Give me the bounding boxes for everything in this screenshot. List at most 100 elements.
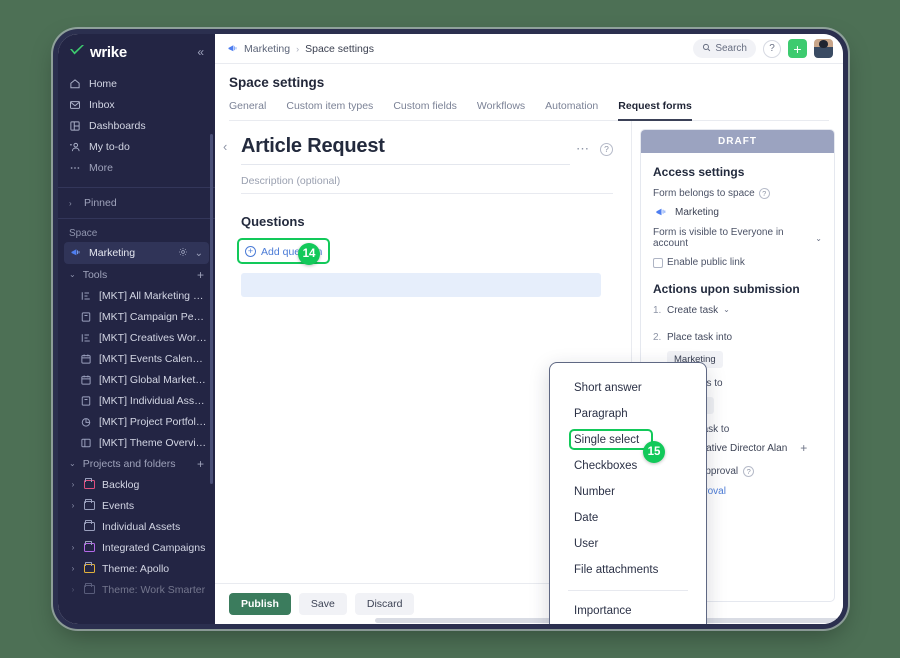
- tool-item[interactable]: [MKT] Creatives Worklo...: [58, 327, 215, 348]
- action-label: Place task into: [667, 332, 732, 343]
- form-description-input[interactable]: Description (optional): [241, 165, 613, 194]
- sidebar-item-my-todo[interactable]: My to-do: [58, 136, 215, 157]
- sidebar-section-pinned[interactable]: › Pinned: [58, 193, 215, 213]
- menu-item-single-select[interactable]: Single select: [550, 427, 706, 453]
- chevron-right-icon[interactable]: ›: [69, 543, 77, 552]
- pinned-label: Pinned: [84, 197, 117, 209]
- tool-label: [MKT] Campaign Perfor...: [99, 311, 207, 323]
- breadcrumb-space-settings[interactable]: Space settings: [305, 43, 374, 55]
- project-item[interactable]: Individual Assets: [58, 516, 215, 537]
- enable-public-link-row[interactable]: Enable public link: [653, 257, 822, 268]
- tab-custom-fields[interactable]: Custom fields: [393, 100, 457, 121]
- actions-heading: Actions upon submission: [653, 282, 822, 296]
- sidebar-item-dashboards[interactable]: Dashboards: [58, 115, 215, 136]
- plus-circle-icon: +: [245, 246, 256, 257]
- tool-item[interactable]: [MKT] Global Marketing...: [58, 369, 215, 390]
- chevron-left-icon[interactable]: ‹: [223, 135, 235, 154]
- public-link-label: Enable public link: [667, 257, 745, 268]
- sidebar-item-inbox[interactable]: Inbox: [58, 94, 215, 115]
- tab-automation[interactable]: Automation: [545, 100, 598, 121]
- gear-icon[interactable]: [178, 247, 188, 260]
- chevron-right-icon: ›: [69, 199, 77, 208]
- tab-workflows[interactable]: Workflows: [477, 100, 525, 121]
- megaphone-icon: [70, 247, 82, 259]
- menu-item-short-answer[interactable]: Short answer: [550, 375, 706, 401]
- tab-general[interactable]: General: [229, 100, 266, 121]
- chevron-right-icon[interactable]: ›: [69, 564, 77, 573]
- action-label: Create task: [667, 305, 718, 316]
- menu-item-importance[interactable]: Importance: [550, 598, 706, 624]
- horizontal-scrollbar[interactable]: [215, 618, 843, 624]
- search-label: Search: [715, 43, 747, 54]
- tool-item[interactable]: [MKT] Events Calendar: [58, 348, 215, 369]
- tool-item[interactable]: [MKT] Theme Overview...: [58, 432, 215, 453]
- form-title[interactable]: Article Request: [241, 135, 570, 158]
- sidebar-item-more[interactable]: More: [58, 157, 215, 178]
- menu-item-file-attachments[interactable]: File attachments: [550, 557, 706, 583]
- tool-item[interactable]: [MKT] Campaign Perfor...: [58, 306, 215, 327]
- plus-icon[interactable]: +: [788, 39, 807, 58]
- collapse-sidebar-icon[interactable]: «: [197, 45, 204, 59]
- workload-icon: [80, 332, 92, 344]
- menu-item-paragraph[interactable]: Paragraph: [550, 401, 706, 427]
- question-mark-icon[interactable]: ?: [763, 40, 781, 58]
- menu-item-user[interactable]: User: [550, 531, 706, 557]
- action-row-1[interactable]: 1. Create task ⌄: [653, 305, 822, 316]
- project-item[interactable]: ›Integrated Campaigns: [58, 537, 215, 558]
- search-button[interactable]: Search: [693, 39, 756, 58]
- page-title: Space settings: [229, 75, 829, 90]
- projects-label: Projects and folders: [83, 458, 176, 470]
- project-item[interactable]: ›Theme: Apollo: [58, 558, 215, 579]
- public-link-checkbox[interactable]: [653, 258, 663, 268]
- tool-label: [MKT] Individual Assets: [99, 395, 207, 407]
- project-item[interactable]: ›Events: [58, 495, 215, 516]
- question-mark-icon[interactable]: ?: [743, 466, 754, 477]
- tab-request-forms[interactable]: Request forms: [618, 100, 692, 121]
- sidebar-item-home[interactable]: Home: [58, 73, 215, 94]
- tool-label: [MKT] Theme Overview...: [99, 437, 207, 449]
- sidebar-label: More: [89, 162, 113, 174]
- chevron-right-icon[interactable]: ›: [69, 585, 77, 594]
- chevron-right-icon[interactable]: ›: [69, 480, 77, 489]
- form-visibility-row[interactable]: Form is visible to Everyone in account ⌄: [653, 227, 822, 249]
- add-project-icon[interactable]: +: [197, 457, 204, 471]
- projects-list: › Backlog ›Events Individual Assets ›Inte…: [58, 474, 215, 600]
- discard-button[interactable]: Discard: [355, 593, 415, 615]
- menu-item-checkboxes[interactable]: Checkboxes: [550, 453, 706, 479]
- home-icon: [69, 78, 81, 90]
- sidebar-brand: wrike «: [58, 34, 215, 70]
- tool-item[interactable]: [MKT] All Marketing Wo...: [58, 285, 215, 306]
- question-mark-icon[interactable]: ?: [759, 188, 770, 199]
- add-tool-icon[interactable]: +: [197, 268, 204, 282]
- chevron-down-icon[interactable]: ⌄: [723, 305, 730, 316]
- sidebar-group-projects[interactable]: ⌄ Projects and folders +: [58, 453, 215, 474]
- question-mark-icon[interactable]: ?: [600, 143, 613, 156]
- sidebar-scrollbar[interactable]: [210, 134, 213, 484]
- space-name: Marketing: [675, 207, 719, 218]
- publish-button[interactable]: Publish: [229, 593, 291, 615]
- top-bar: Marketing › Space settings Search ? +: [215, 34, 843, 64]
- menu-item-date[interactable]: Date: [550, 505, 706, 531]
- chevron-right-icon[interactable]: ›: [69, 501, 77, 510]
- search-icon: [702, 43, 711, 55]
- sidebar-space-marketing[interactable]: Marketing ⌄: [64, 242, 209, 264]
- form-space-value[interactable]: Marketing: [655, 207, 822, 218]
- chevron-down-icon[interactable]: ⌄: [195, 248, 203, 259]
- project-label: Backlog: [102, 479, 139, 491]
- tool-label: [MKT] Events Calendar: [99, 353, 207, 365]
- project-item[interactable]: › Backlog: [58, 474, 215, 495]
- tool-item[interactable]: [MKT] Individual Assets: [58, 390, 215, 411]
- question-placeholder-field[interactable]: [241, 273, 601, 297]
- sidebar-group-tools[interactable]: ⌄ Tools +: [58, 264, 215, 285]
- project-item[interactable]: ›Theme: Work Smarter: [58, 579, 215, 600]
- folder-icon: [84, 501, 95, 510]
- tab-custom-item-types[interactable]: Custom item types: [286, 100, 373, 121]
- menu-item-number[interactable]: Number: [550, 479, 706, 505]
- add-assignee-icon[interactable]: +: [800, 441, 807, 455]
- ellipsis-icon[interactable]: ⋯: [576, 141, 590, 157]
- breadcrumb-separator: ›: [296, 44, 299, 54]
- breadcrumb-marketing[interactable]: Marketing: [227, 43, 290, 55]
- user-avatar[interactable]: [814, 39, 833, 58]
- save-button[interactable]: Save: [299, 593, 347, 615]
- tool-item[interactable]: [MKT] Project Portfolio ...: [58, 411, 215, 432]
